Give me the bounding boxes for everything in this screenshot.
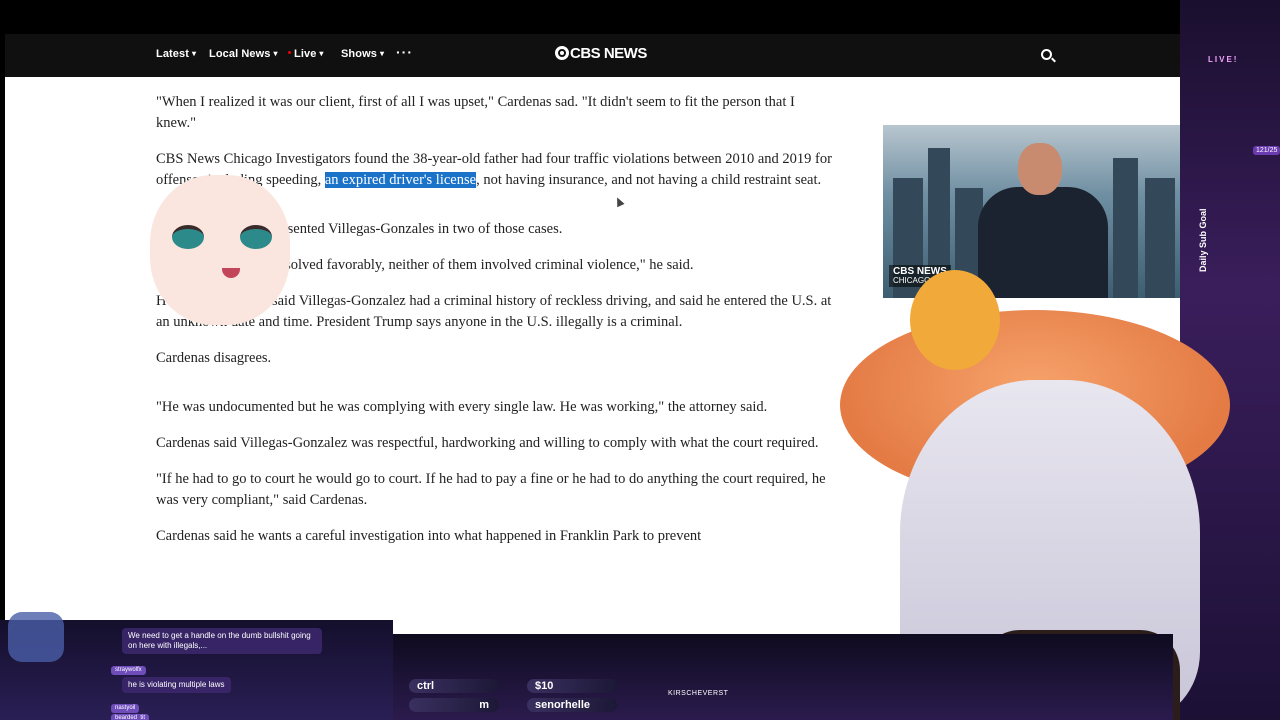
nav-latest-label: Latest — [156, 48, 189, 60]
article-body: "When I realized it was our client, firs… — [156, 92, 836, 562]
alert-pill-donation: $10 — [527, 679, 617, 693]
stream-bottom-bar — [393, 634, 1173, 720]
chevron-down-icon: ▾ — [273, 49, 278, 58]
chat-username: bearded_tit — [111, 714, 150, 720]
live-dot-icon — [288, 51, 291, 54]
article-paragraph: Cardenas said Villegas-Gonzalez was resp… — [156, 435, 819, 451]
alert-pill-m: m — [409, 698, 499, 712]
chat-mascot-icon — [8, 612, 64, 662]
cbs-eye-icon — [555, 46, 569, 60]
news-anchor-head — [1018, 143, 1062, 195]
nav-latest[interactable]: Latest ▾ — [156, 48, 196, 60]
cbs-nav-bar: Latest ▾ Local News ▾ Live ▾ Shows ▾ ··· CBS… — [5, 34, 1180, 77]
article-paragraph: "He was undocumented but he was complyin… — [156, 399, 768, 415]
nav-local-news-label: Local News — [209, 48, 271, 60]
chevron-down-icon: ▾ — [192, 49, 197, 58]
chevron-down-icon: ▾ — [319, 49, 324, 58]
sub-goal-count: 121/25 — [1253, 146, 1280, 155]
article-paragraph: Cardenas said he wants a careful investi… — [156, 528, 702, 544]
nav-shows[interactable]: Shows ▾ — [341, 48, 384, 60]
avatar-eye-left — [172, 225, 204, 249]
chevron-down-icon: ▾ — [379, 49, 385, 58]
more-menu-button[interactable]: ··· — [396, 44, 413, 60]
chat-message: he is violating multiple laws — [122, 677, 231, 693]
search-icon[interactable] — [1041, 49, 1052, 60]
article-paragraph: Cardenas disagrees. — [156, 350, 272, 366]
selected-text[interactable]: an expired driver's license — [324, 172, 477, 188]
logo-text: CBS NEWS — [570, 45, 647, 62]
alert-pill-user: senorhelle — [527, 698, 617, 712]
avatar-face — [150, 175, 290, 325]
alert-pill-ctrl: ctrl — [409, 679, 499, 693]
nav-shows-label: Shows — [341, 48, 377, 60]
cbs-news-logo[interactable]: CBS NEWS — [555, 45, 647, 62]
pineapple-decoration — [910, 270, 1000, 370]
article-paragraph: "When I realized it was our client, firs… — [156, 94, 795, 131]
twitter-handle: KIRSCHEVERST — [668, 690, 729, 697]
paragraph-text: , not having insurance, and not having a… — [476, 172, 822, 188]
nav-live[interactable]: Live ▾ — [288, 48, 324, 60]
live-badge: LIVE! — [1208, 55, 1239, 64]
nav-local-news[interactable]: Local News ▾ — [209, 48, 278, 60]
avatar-eye-right — [240, 225, 272, 249]
article-paragraph: "If he had to go to court he would go to… — [156, 471, 826, 508]
nav-live-label: Live — [294, 48, 317, 60]
chat-username: nastyoil — [111, 704, 140, 713]
chat-message: We need to get a handle on the dumb bull… — [122, 628, 322, 654]
chat-username: straywolfx — [111, 666, 146, 675]
